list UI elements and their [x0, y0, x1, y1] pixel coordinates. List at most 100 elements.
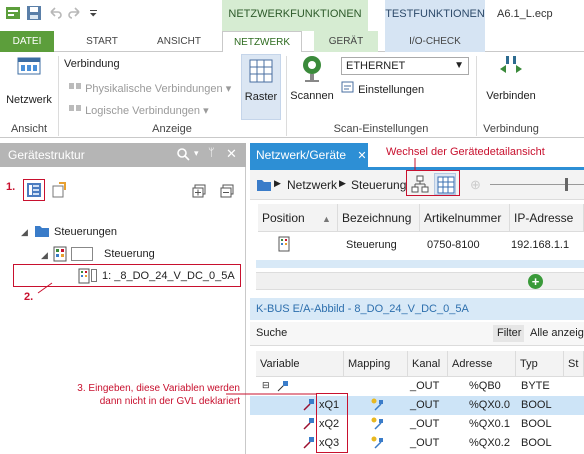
var-col-header-typ[interactable]: Typ — [516, 351, 564, 377]
close-icon[interactable]: ✕ — [357, 150, 366, 162]
logische-verbindungen-dropdown[interactable]: Logische Verbindungen ▾ — [68, 102, 209, 117]
close-icon[interactable]: ✕ — [226, 146, 237, 162]
collapse-all-icon[interactable] — [220, 184, 234, 201]
add-icon[interactable]: + — [528, 274, 543, 289]
var-col-header-mapping[interactable]: Mapping — [344, 351, 408, 377]
netzwerk-view-button[interactable]: Netzwerk — [4, 56, 54, 106]
network-view-icon — [16, 57, 42, 85]
var-col-header-variable[interactable]: Variable — [256, 351, 344, 377]
context-group-netzwerkfunktionen: NETZWERKFUNKTIONEN — [222, 0, 368, 31]
save-icon[interactable] — [26, 5, 42, 21]
raster-button[interactable]: Raster — [241, 54, 281, 120]
col-header-position-label: Position — [262, 211, 305, 225]
col-header-position[interactable]: Position ▲ — [258, 204, 338, 232]
add-row-bar: + — [256, 272, 584, 290]
physical-connections-icon — [68, 83, 82, 95]
breadcrumb-steuerung[interactable]: Steuerung — [351, 178, 406, 192]
col-header-ip-adresse[interactable]: IP-Adresse — [510, 204, 584, 232]
scan-icon — [297, 56, 327, 87]
zoom-slider-handle[interactable] — [565, 178, 568, 191]
var-cell-kanal: _OUT — [410, 380, 440, 392]
cell-bezeichnung: Steuerung — [346, 239, 397, 251]
scannen-button[interactable]: Scannen — [290, 54, 334, 102]
mapping-icon[interactable] — [370, 435, 384, 454]
verbinden-button[interactable]: Verbinden — [484, 54, 538, 102]
var-col-header-adresse[interactable]: Adresse — [448, 351, 516, 377]
chevron-down-icon: ▾ — [203, 105, 209, 117]
grid-view-icon — [437, 176, 455, 194]
physikalische-verbindungen-dropdown[interactable]: Physikalische Verbindungen ▾ — [68, 80, 231, 95]
var-cell-adresse: %QX0.2 — [469, 437, 510, 449]
ribbon-separator — [286, 56, 287, 136]
zoom-icon: ⊕ — [470, 177, 481, 192]
undo-icon[interactable] — [47, 5, 63, 21]
pin-icon[interactable]: ᛘ — [208, 147, 215, 159]
annotation-step-3-line2: dann nicht in der GVL deklariert — [99, 396, 240, 407]
group-label-ansicht: Ansicht — [10, 123, 48, 135]
tab-netzwerk[interactable]: NETZWERK — [222, 31, 302, 53]
grid-view-button[interactable] — [434, 173, 456, 195]
tree-expand-icon[interactable]: ◢ — [41, 250, 48, 261]
controller-icon — [278, 236, 290, 255]
scannen-label: Scannen — [290, 90, 334, 102]
var-cell-kanal: _OUT — [410, 437, 440, 449]
tree-item-steuerungen[interactable]: Steuerungen — [54, 226, 117, 238]
tab-datei[interactable]: DATEI — [0, 31, 54, 52]
verbindung-label: Verbindung — [64, 58, 120, 70]
tab-netzwerk-geraete[interactable]: Netzwerk/Geräte ✕ — [250, 143, 368, 167]
var-col-header-kanal[interactable]: Kanal — [408, 351, 448, 377]
ribbon-separator — [58, 56, 59, 136]
group-label-scan: Scan-Einstellungen — [333, 123, 429, 135]
search-icon[interactable] — [176, 147, 190, 164]
redo-icon[interactable] — [67, 5, 83, 21]
search-label[interactable]: Suche — [256, 327, 287, 339]
import-icon[interactable] — [51, 182, 67, 201]
einstellungen-button[interactable]: Einstellungen — [341, 81, 424, 96]
folder-icon — [34, 224, 50, 241]
var-row[interactable]: xQ2 _OUT %QX0.1 BOOL — [250, 415, 584, 434]
var-cell-kanal: _OUT — [410, 399, 440, 411]
tree-item-steuerung[interactable]: Steuerung — [104, 248, 155, 260]
var-cell-typ: BOOL — [521, 399, 552, 411]
logische-verbindungen-label: Logische Verbindungen — [85, 105, 201, 117]
ribbon: Netzwerk Verbindung Physikalische Verbin… — [0, 52, 584, 138]
annotation-step-2: 2. — [24, 291, 34, 303]
tab-ansicht[interactable]: ANSICHT — [146, 31, 212, 52]
annotation-arrow-2 — [37, 282, 53, 294]
zoom-slider[interactable] — [490, 184, 584, 185]
io-output-icon — [302, 435, 316, 454]
logical-connections-icon — [68, 105, 82, 117]
window-title: A6.1_L.ecp — [497, 8, 553, 20]
mapping-icon[interactable] — [370, 416, 384, 435]
tab-io-check[interactable]: I/O-CHECK — [385, 31, 485, 52]
cell-artikelnummer: 0750-8100 — [427, 239, 480, 251]
panel-title: Gerätestruktur — [8, 148, 85, 162]
quick-access-dropdown-icon[interactable] — [88, 5, 104, 21]
tree-item-module[interactable]: 1: _8_DO_24_V_DC_0_5A — [102, 270, 235, 282]
var-row[interactable]: xQ3 _OUT %QX0.2 BOOL — [250, 434, 584, 453]
title-bar: NETZWERKFUNKTIONEN TESTFUNKTIONEN A6.1_L… — [0, 0, 584, 31]
grid-icon — [248, 59, 274, 87]
mapping-icon[interactable] — [370, 397, 384, 416]
table-row[interactable]: Steuerung 0750-8100 192.168.1.1 — [258, 233, 584, 255]
horizontal-scrollbar[interactable] — [256, 260, 584, 268]
tab-geraet[interactable]: GERÄT — [314, 31, 378, 52]
var-col-header-st[interactable]: St — [564, 351, 584, 377]
annotation-arrow-3 — [226, 393, 316, 395]
interface-select[interactable]: ETHERNET ▼ — [341, 57, 469, 75]
breadcrumb-netzwerk[interactable]: Netzwerk — [287, 178, 337, 192]
expand-all-icon[interactable] — [192, 184, 206, 201]
col-header-artikelnummer[interactable]: Artikelnummer — [420, 204, 510, 232]
controller-placeholder-box — [71, 247, 93, 261]
dropdown-icon[interactable]: ▾ — [194, 148, 199, 159]
tree-expand-icon[interactable]: ◢ — [21, 227, 28, 238]
tree-view-icon[interactable] — [411, 175, 429, 196]
tab-start[interactable]: START — [72, 31, 132, 52]
col-header-bezeichnung[interactable]: Bezeichnung — [338, 204, 420, 232]
var-cell-typ: BOOL — [521, 437, 552, 449]
connect-icon — [496, 56, 526, 87]
structure-view-icon[interactable] — [26, 182, 42, 201]
filter-label: Filter — [493, 325, 524, 342]
filter-select[interactable]: Alle anzeigen — [530, 327, 584, 339]
module-icon — [78, 268, 90, 287]
